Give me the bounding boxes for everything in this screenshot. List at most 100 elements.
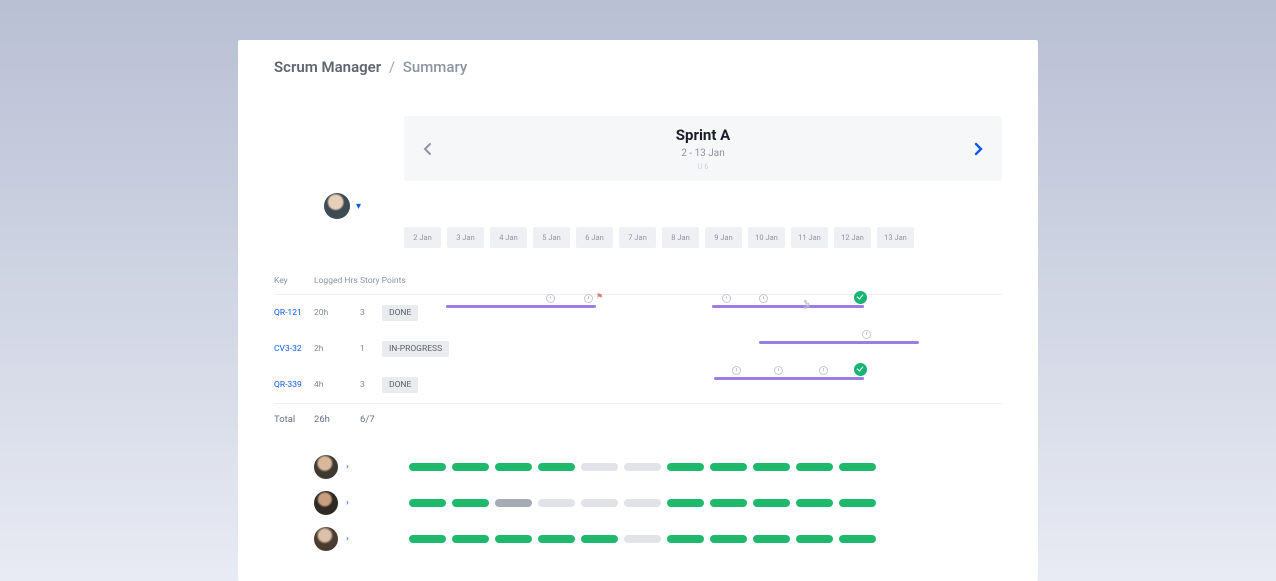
day-segment	[581, 535, 618, 543]
chevron-right-icon[interactable]: ›	[346, 462, 349, 472]
date-pill[interactable]: 11 Jan	[791, 227, 828, 248]
user-day-segments	[409, 535, 876, 543]
day-segment	[538, 463, 575, 471]
day-segment	[710, 535, 747, 543]
timeline-date-row: 2 Jan 3 Jan 4 Jan 5 Jan 6 Jan 7 Jan 8 Ja…	[404, 227, 1002, 248]
flag-icon: ⚑	[596, 292, 603, 301]
date-pill[interactable]: 5 Jan	[533, 227, 570, 248]
task-hours: 20h	[314, 308, 360, 318]
user-row: ›	[274, 455, 1002, 479]
task-key-link[interactable]: CV3-32	[274, 344, 314, 354]
day-segment	[495, 463, 532, 471]
current-user-selector: ▾	[324, 193, 1002, 219]
avatar[interactable]	[314, 455, 338, 479]
date-pill[interactable]: 6 Jan	[576, 227, 613, 248]
total-label: Total	[274, 414, 314, 425]
day-segment	[452, 535, 489, 543]
day-segment	[624, 463, 661, 471]
day-segment	[796, 463, 833, 471]
breadcrumb-page: Summary	[403, 58, 467, 76]
day-segment	[839, 499, 876, 507]
date-pill[interactable]: 8 Jan	[662, 227, 699, 248]
clock-icon	[584, 294, 593, 303]
avatar[interactable]	[324, 193, 350, 219]
day-segment	[538, 499, 575, 507]
progress-bar-segment	[712, 305, 864, 308]
task-row: QR-339 4h 3 DONE	[274, 367, 1002, 403]
avatar[interactable]	[314, 491, 338, 515]
day-segment	[753, 499, 790, 507]
total-hours: 26h	[314, 414, 360, 425]
task-timeline: ⚑	[434, 305, 1002, 321]
clock-icon	[819, 366, 828, 375]
task-key-link[interactable]: QR-121	[274, 308, 314, 318]
progress-bar-segment	[446, 305, 596, 308]
chevron-down-icon[interactable]: ▾	[356, 201, 361, 212]
day-segment	[581, 463, 618, 471]
chevron-right-icon[interactable]: ›	[346, 534, 349, 544]
date-pill[interactable]: 3 Jan	[447, 227, 484, 248]
day-segment	[624, 535, 661, 543]
user-day-segments	[409, 463, 876, 471]
date-pill[interactable]: 10 Jan	[748, 227, 785, 248]
task-timeline	[434, 377, 1002, 393]
day-segment	[495, 535, 532, 543]
task-story-points: 1	[360, 344, 378, 354]
user-day-segments	[409, 499, 876, 507]
day-segment	[581, 499, 618, 507]
clock-icon	[546, 294, 555, 303]
task-timeline	[434, 341, 1002, 357]
date-pill[interactable]: 2 Jan	[404, 227, 441, 248]
status-badge: DONE	[382, 377, 418, 393]
day-segment	[753, 463, 790, 471]
day-segment	[624, 499, 661, 507]
header-story-points: Story Points	[360, 276, 412, 286]
progress-bar-segment	[759, 341, 919, 344]
day-segment	[538, 535, 575, 543]
day-segment	[753, 535, 790, 543]
day-segment	[495, 499, 532, 507]
user-row: ›	[274, 527, 1002, 551]
clock-icon	[732, 366, 741, 375]
day-segment	[409, 499, 446, 507]
task-row: QR-121 20h 3 DONE ⚑	[274, 295, 1002, 331]
clock-icon	[759, 294, 768, 303]
day-segment	[409, 463, 446, 471]
task-story-points: 3	[360, 308, 378, 318]
prev-sprint-button[interactable]	[416, 137, 440, 161]
header-key: Key	[274, 276, 314, 286]
day-segment	[452, 463, 489, 471]
date-pill[interactable]: 4 Jan	[490, 227, 527, 248]
team-overview: › ›	[274, 455, 1002, 551]
task-hours: 4h	[314, 380, 360, 390]
date-pill[interactable]: 13 Jan	[877, 227, 914, 248]
day-segment	[667, 499, 704, 507]
sprint-default-label: U 6	[440, 163, 966, 171]
totals-row: Total 26h 6/7	[274, 403, 1002, 425]
day-segment	[452, 499, 489, 507]
avatar[interactable]	[314, 527, 338, 551]
day-segment	[710, 499, 747, 507]
total-story-points: 6/7	[360, 414, 412, 425]
day-segment	[839, 463, 876, 471]
date-pill[interactable]: 7 Jan	[619, 227, 656, 248]
column-headers: Key Logged Hrs Story Points	[274, 276, 1002, 295]
next-sprint-button[interactable]	[966, 137, 990, 161]
chevron-left-icon	[423, 142, 433, 156]
chevron-right-icon	[973, 142, 983, 156]
day-segment	[710, 463, 747, 471]
date-pill[interactable]: 12 Jan	[834, 227, 871, 248]
status-badge: DONE	[382, 305, 418, 321]
check-circle-icon	[854, 291, 867, 304]
chevron-right-icon[interactable]: ›	[346, 498, 349, 508]
breadcrumb-sep: /	[389, 58, 395, 76]
clock-icon	[722, 294, 731, 303]
task-row: CV3-32 2h 1 IN-PROGRESS	[274, 331, 1002, 367]
user-row: ›	[274, 491, 1002, 515]
day-segment	[667, 535, 704, 543]
day-segment	[796, 535, 833, 543]
breadcrumb-app[interactable]: Scrum Manager	[274, 58, 381, 76]
task-key-link[interactable]: QR-339	[274, 380, 314, 390]
date-pill[interactable]: 9 Jan	[705, 227, 742, 248]
header-logged-hrs: Logged Hrs	[314, 276, 360, 286]
